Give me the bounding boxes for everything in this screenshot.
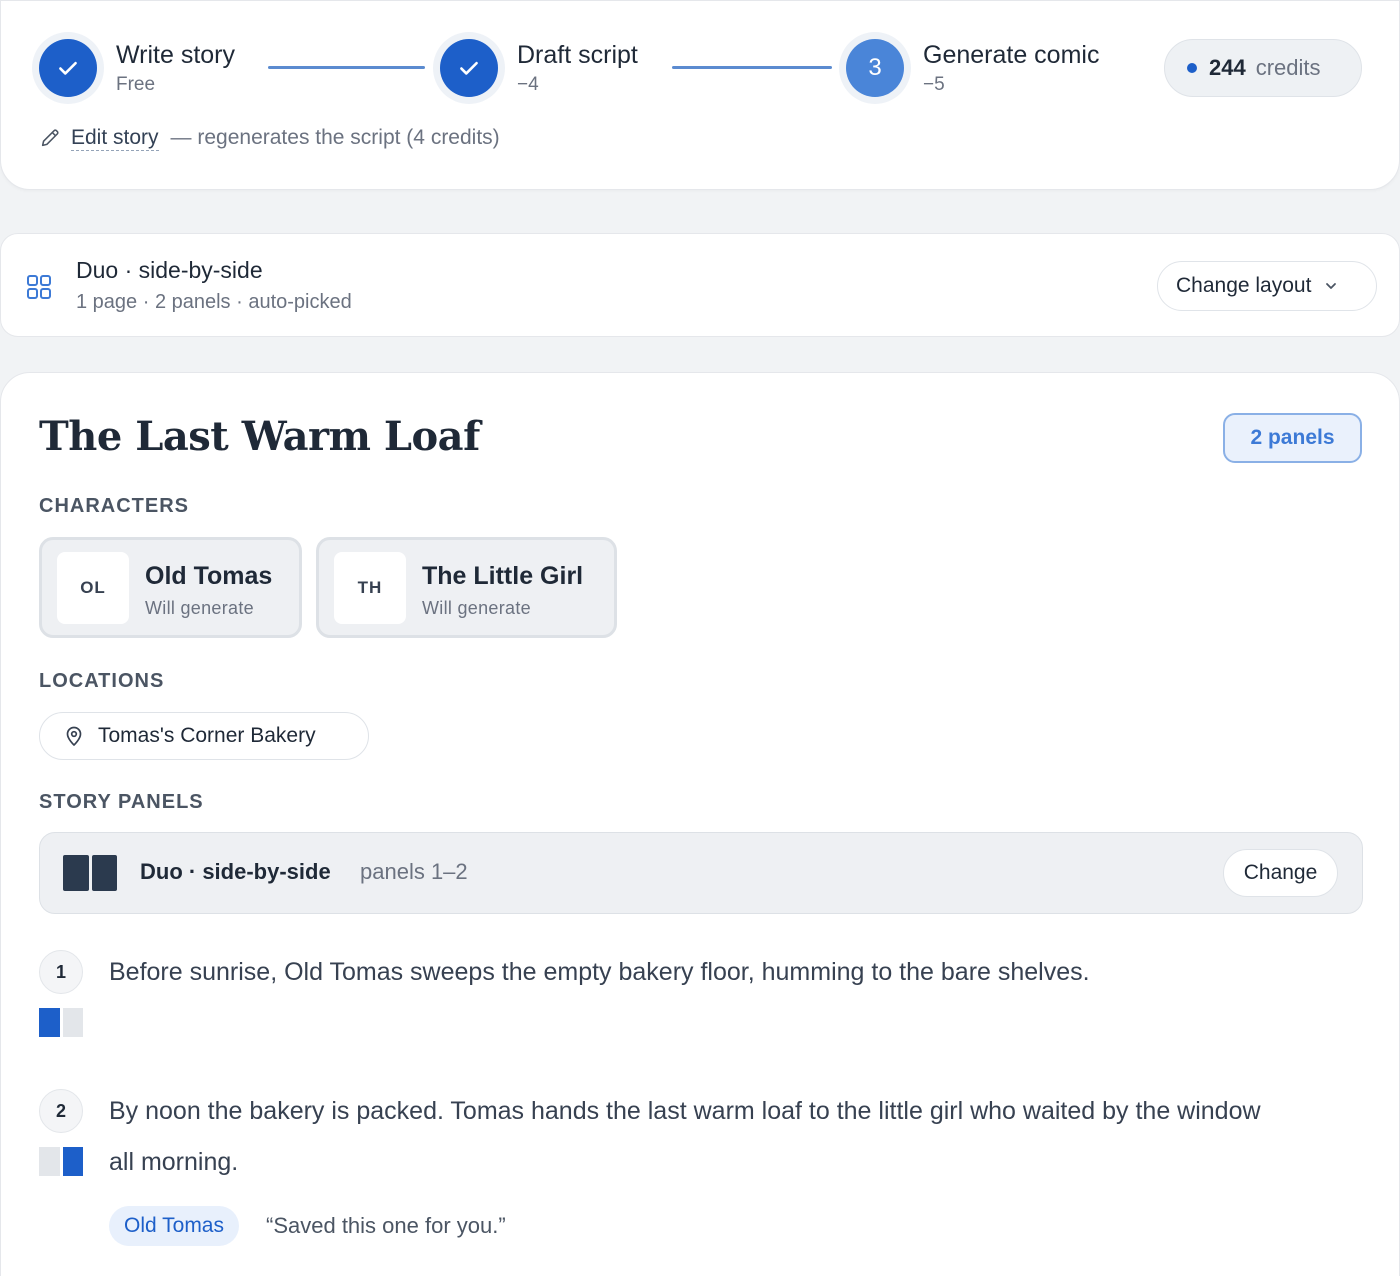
location-chip[interactable]: Tomas's Corner Bakery bbox=[39, 712, 369, 760]
credits-balance: 244 credits bbox=[1164, 39, 1362, 97]
panel-description[interactable]: By noon the bakery is packed. Tomas hand… bbox=[109, 1086, 1279, 1188]
layout-meta: 1 page · 2 panels · auto-picked bbox=[76, 291, 352, 313]
story-panels-heading: STORY PANELS bbox=[39, 791, 204, 813]
duo-layout-icon bbox=[63, 855, 117, 891]
step-title: Generate comic bbox=[923, 41, 1100, 69]
step-title: Draft script bbox=[517, 41, 638, 69]
story-card: The Last Warm Loaf 2 panels CHARACTERS O… bbox=[0, 372, 1400, 1276]
panel-description[interactable]: Before sunrise, Old Tomas sweeps the emp… bbox=[109, 947, 1279, 998]
step-cost: −4 bbox=[517, 74, 539, 95]
story-title: The Last Warm Loaf bbox=[39, 413, 480, 460]
check-icon bbox=[460, 61, 478, 75]
step-cost: Free bbox=[116, 74, 156, 95]
layout-summary-card: Duo · side-by-side 1 page · 2 panels · a… bbox=[0, 233, 1400, 337]
avatar: OL bbox=[57, 552, 129, 624]
dialogue-line[interactable]: “Saved this one for you.” bbox=[266, 1213, 506, 1239]
characters-heading: CHARACTERS bbox=[39, 495, 189, 517]
edit-story-note: — regenerates the script (4 credits) bbox=[170, 126, 500, 149]
check-icon bbox=[59, 61, 77, 75]
panel-count-badge: 2 panels bbox=[1223, 413, 1362, 463]
page-layout-range: panels 1–2 bbox=[360, 859, 468, 884]
character-name: The Little Girl bbox=[422, 562, 584, 590]
change-layout-label: Change layout bbox=[1176, 274, 1312, 297]
credits-unit: credits bbox=[1255, 55, 1321, 80]
step-number: 3 bbox=[846, 39, 904, 97]
step-write-story-indicator bbox=[32, 32, 104, 104]
dialogue-speaker-chip[interactable]: Old Tomas bbox=[109, 1206, 239, 1246]
character-card-little-girl[interactable]: TH The Little Girl Will generate bbox=[316, 537, 617, 638]
step-title: Write story bbox=[116, 41, 235, 69]
credits-amount: 244 bbox=[1209, 55, 1246, 80]
step-draft-script-indicator bbox=[433, 32, 505, 104]
step-cost: −5 bbox=[923, 74, 945, 95]
panel-number-badge: 2 bbox=[39, 1089, 83, 1133]
edit-story-row: Edit story — regenerates the script (4 c… bbox=[39, 123, 500, 153]
character-status: Will generate bbox=[422, 598, 531, 618]
change-layout-button[interactable]: Change layout bbox=[1157, 261, 1377, 311]
map-pin-icon bbox=[66, 726, 82, 746]
panel-number-badge: 1 bbox=[39, 950, 83, 994]
panel-slot-thumbnail bbox=[39, 1147, 83, 1176]
step-connector bbox=[268, 66, 425, 69]
character-status: Will generate bbox=[145, 598, 254, 618]
step-generate-comic-indicator: 3 bbox=[839, 32, 911, 104]
chevron-down-icon bbox=[1326, 283, 1337, 289]
page-layout-bar: Duo · side-by-side panels 1–2 Change bbox=[39, 832, 1363, 914]
avatar: TH bbox=[334, 552, 406, 624]
locations-heading: LOCATIONS bbox=[39, 670, 165, 692]
progress-stepper: Write story Free Draft script −4 3 Gener… bbox=[0, 0, 1400, 190]
status-dot bbox=[1187, 63, 1197, 73]
pencil-icon bbox=[41, 129, 59, 147]
change-page-layout-button[interactable]: Change bbox=[1223, 849, 1338, 897]
panel-slot-thumbnail bbox=[39, 1008, 83, 1037]
character-card-old-tomas[interactable]: OL Old Tomas Will generate bbox=[39, 537, 302, 638]
character-name: Old Tomas bbox=[145, 562, 273, 590]
page-layout-name: Duo · side-by-side bbox=[140, 859, 331, 884]
location-name: Tomas's Corner Bakery bbox=[98, 724, 316, 747]
step-connector bbox=[672, 66, 832, 69]
grid-icon bbox=[27, 275, 51, 299]
layout-name: Duo · side-by-side bbox=[76, 257, 263, 283]
edit-story-link[interactable]: Edit story bbox=[71, 126, 159, 151]
